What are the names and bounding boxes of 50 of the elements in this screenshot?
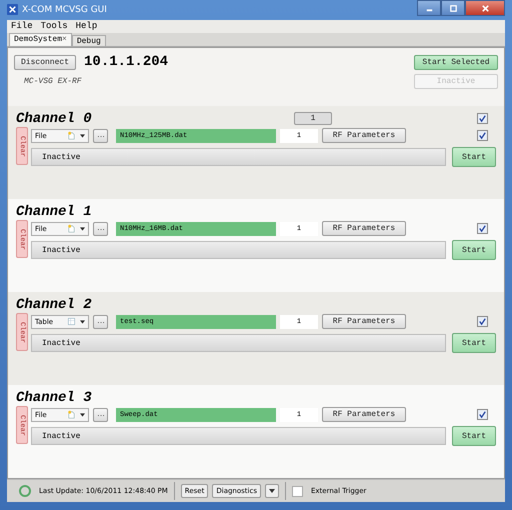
channel-title: Channel 2: [16, 296, 92, 313]
checkbox[interactable]: [477, 113, 488, 124]
start-button[interactable]: Start: [452, 426, 496, 446]
status-bar: Inactive: [31, 334, 446, 352]
dropdown-button[interactable]: [264, 484, 279, 498]
checkbox[interactable]: [477, 409, 488, 420]
maximize-button[interactable]: [441, 0, 465, 16]
status-bar: Inactive: [31, 427, 446, 446]
menu-item[interactable]: File: [11, 21, 33, 32]
device-name: MC-VSG EX-RF: [23, 77, 82, 86]
caret-icon: [268, 489, 275, 494]
minimize-button[interactable]: [417, 0, 441, 16]
ip-address: 10.1.1.204: [84, 54, 168, 70]
start-selected-button[interactable]: Start Selected: [414, 54, 498, 70]
caret-icon: [80, 412, 85, 417]
rf-parameters-button[interactable]: RF Parameters: [322, 314, 406, 330]
caret-icon: [80, 134, 85, 138]
rf-parameters-button[interactable]: RF Parameters: [322, 407, 406, 422]
file-icon: [67, 131, 76, 140]
disconnect-button[interactable]: Disconnect: [14, 54, 76, 70]
start-button[interactable]: Start: [452, 333, 496, 354]
table-icon: [67, 317, 76, 326]
close-button[interactable]: [465, 0, 505, 16]
status-bar: Inactive: [31, 148, 446, 166]
maximize-icon: [448, 4, 458, 12]
window-title: X-COM MCVSG GUI: [22, 4, 107, 15]
start-button[interactable]: Start: [452, 147, 496, 168]
file-icon: [67, 224, 76, 234]
file-icon: [67, 410, 76, 420]
close-icon: [480, 4, 490, 12]
menu-item[interactable]: Tools: [40, 21, 68, 32]
app-icon: [7, 4, 18, 16]
channel-title: Channel 3: [16, 390, 92, 406]
status-indicator-icon: [19, 485, 31, 498]
channel-title: Channel 0: [16, 110, 92, 127]
rf-parameters-button[interactable]: RF Parameters: [322, 221, 406, 236]
checkbox[interactable]: [477, 130, 488, 142]
tab[interactable]: Debug: [72, 35, 106, 46]
rf-parameters-button[interactable]: RF Parameters: [322, 128, 406, 144]
caret-icon: [80, 320, 85, 324]
checkbox[interactable]: [477, 316, 488, 328]
tab[interactable]: DemoSystem×: [9, 33, 72, 46]
channel-title: Channel 1: [16, 204, 92, 220]
index-button[interactable]: 1: [294, 112, 332, 126]
start-button[interactable]: Start: [452, 240, 496, 260]
caret-icon: [80, 226, 85, 231]
status-bar: Inactive: [31, 241, 446, 260]
checkbox[interactable]: [292, 486, 303, 497]
menu-item[interactable]: Help: [76, 21, 98, 32]
checkbox[interactable]: [477, 223, 488, 234]
